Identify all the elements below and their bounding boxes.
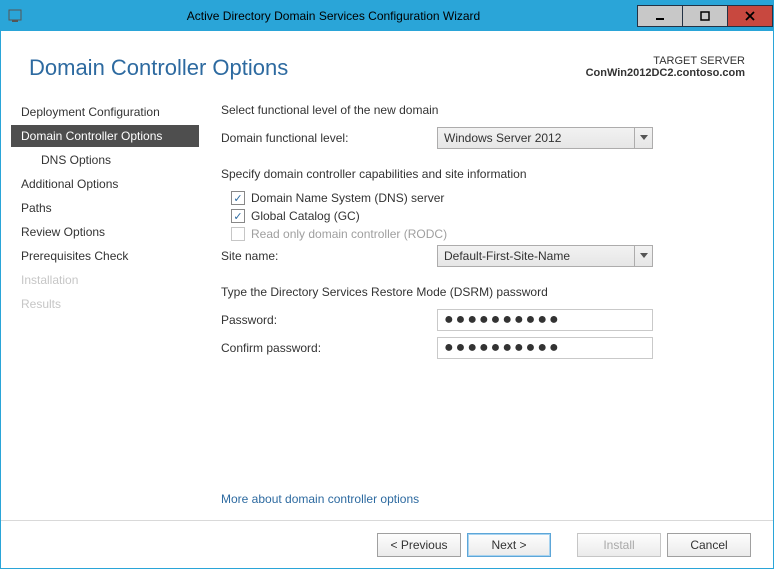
site-name-value: Default-First-Site-Name <box>438 249 634 263</box>
sidebar-item-deployment-configuration[interactable]: Deployment Configuration <box>11 101 199 123</box>
main-panel: Select functional level of the new domai… <box>199 93 773 365</box>
checkbox-unchecked-icon <box>231 227 245 241</box>
target-server-name: ConWin2012DC2.contoso.com <box>586 67 745 79</box>
next-button[interactable]: Next > <box>467 533 551 557</box>
site-name-select[interactable]: Default-First-Site-Name <box>437 245 653 267</box>
target-server-block: TARGET SERVER ConWin2012DC2.contoso.com <box>586 55 745 79</box>
functional-level-heading: Select functional level of the new domai… <box>221 103 743 117</box>
minimize-button[interactable] <box>637 5 683 27</box>
cancel-button[interactable]: Cancel <box>667 533 751 557</box>
password-mask: ●●●●●●●●●● <box>444 311 561 329</box>
rodc-checkbox-label: Read only domain controller (RODC) <box>251 227 447 241</box>
gc-checkbox-label: Global Catalog (GC) <box>251 209 360 223</box>
window-title: Active Directory Domain Services Configu… <box>29 9 638 23</box>
sidebar-item-dns-options[interactable]: DNS Options <box>11 149 199 171</box>
capabilities-heading: Specify domain controller capabilities a… <box>221 167 743 181</box>
domain-functional-level-label: Domain functional level: <box>221 131 437 145</box>
sidebar-item-paths[interactable]: Paths <box>11 197 199 219</box>
checkbox-checked-icon[interactable]: ✓ <box>231 191 245 205</box>
app-icon <box>1 2 29 30</box>
sidebar-item-domain-controller-options[interactable]: Domain Controller Options <box>11 125 199 147</box>
domain-functional-level-value: Windows Server 2012 <box>438 131 634 145</box>
confirm-password-mask: ●●●●●●●●●● <box>444 339 561 357</box>
site-name-label: Site name: <box>221 249 437 263</box>
close-button[interactable] <box>727 5 773 27</box>
more-about-link[interactable]: More about domain controller options <box>221 492 419 506</box>
titlebar: Active Directory Domain Services Configu… <box>1 1 773 31</box>
sidebar-item-installation: Installation <box>11 269 199 291</box>
dns-checkbox-row[interactable]: ✓ Domain Name System (DNS) server <box>231 191 743 205</box>
page-title: Domain Controller Options <box>29 55 288 81</box>
confirm-password-label: Confirm password: <box>221 341 437 355</box>
password-label: Password: <box>221 313 437 327</box>
footer: < Previous Next > Install Cancel <box>1 520 773 568</box>
rodc-checkbox-row: Read only domain controller (RODC) <box>231 227 743 241</box>
domain-functional-level-select[interactable]: Windows Server 2012 <box>437 127 653 149</box>
sidebar-item-review-options[interactable]: Review Options <box>11 221 199 243</box>
install-button: Install <box>577 533 661 557</box>
chevron-down-icon[interactable] <box>634 246 652 266</box>
dns-checkbox-label: Domain Name System (DNS) server <box>251 191 444 205</box>
sidebar: Deployment Configuration Domain Controll… <box>1 93 199 365</box>
gc-checkbox-row[interactable]: ✓ Global Catalog (GC) <box>231 209 743 223</box>
checkbox-checked-icon[interactable]: ✓ <box>231 209 245 223</box>
previous-button[interactable]: < Previous <box>377 533 461 557</box>
window-buttons <box>638 5 773 27</box>
maximize-button[interactable] <box>682 5 728 27</box>
target-server-label: TARGET SERVER <box>586 55 745 67</box>
dsrm-heading: Type the Directory Services Restore Mode… <box>221 285 743 299</box>
sidebar-item-results: Results <box>11 293 199 315</box>
chevron-down-icon[interactable] <box>634 128 652 148</box>
confirm-password-input[interactable]: ●●●●●●●●●● <box>437 337 653 359</box>
sidebar-item-additional-options[interactable]: Additional Options <box>11 173 199 195</box>
password-input[interactable]: ●●●●●●●●●● <box>437 309 653 331</box>
sidebar-item-prerequisites-check[interactable]: Prerequisites Check <box>11 245 199 267</box>
